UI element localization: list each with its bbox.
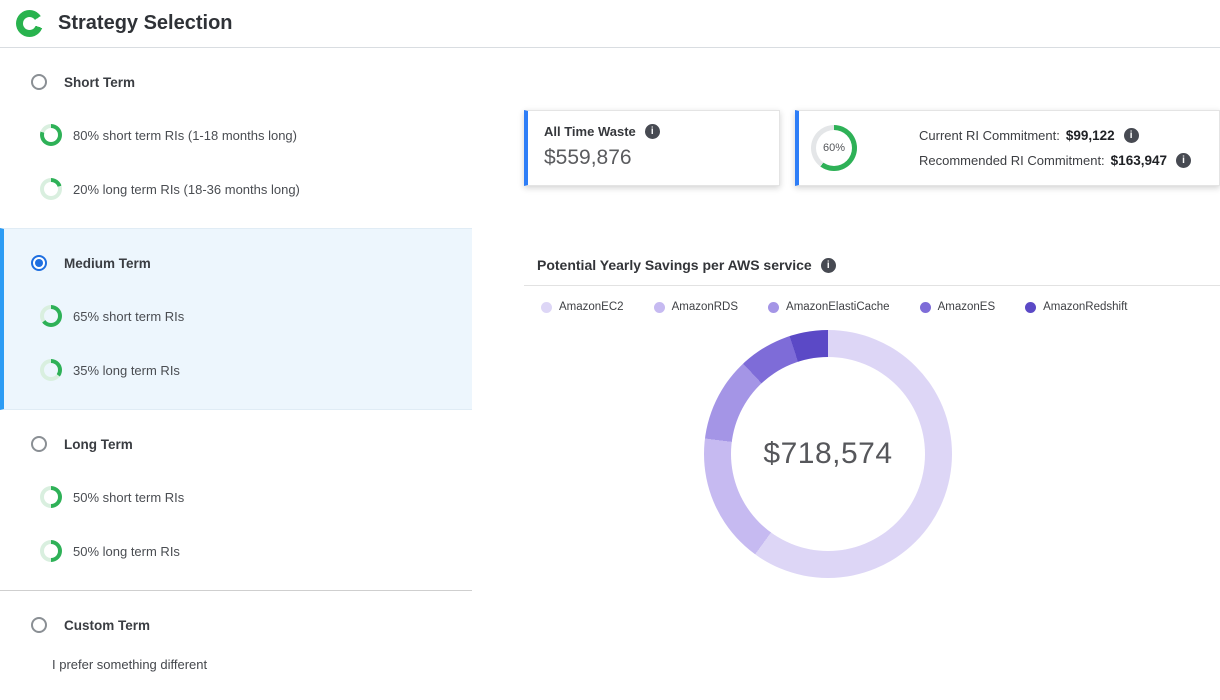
ri-commitment-card: 60% Current RI Commitment: $99,122 i Rec…: [795, 110, 1220, 186]
strategy-label: Medium Term: [64, 256, 151, 271]
strategy-item: 65% short term RIs: [40, 305, 472, 327]
progress-ring: [40, 486, 62, 508]
strategy-item-label: 80% short term RIs (1-18 months long): [73, 128, 297, 143]
recommended-commitment-row: Recommended RI Commitment: $163,947 i: [919, 153, 1191, 168]
strategy-item-label: 50% long term RIs: [73, 544, 180, 559]
strategy-item-label: 50% short term RIs: [73, 490, 184, 505]
all-time-waste-value: $559,876: [544, 146, 763, 170]
info-icon[interactable]: i: [1176, 153, 1191, 168]
legend-item-amazones[interactable]: AmazonES: [920, 301, 996, 313]
progress-ring: [40, 124, 62, 146]
strategy-item: 80% short term RIs (1-18 months long): [40, 124, 472, 146]
strategy-short-term-head[interactable]: Short Term: [0, 72, 472, 92]
legend-dot: [920, 302, 931, 313]
strategy-list: Short Term 80% short term RIs (1-18 mont…: [0, 48, 472, 700]
info-icon[interactable]: i: [1124, 128, 1139, 143]
legend-label: AmazonEC2: [559, 301, 624, 313]
commitment-gauge-label: 60%: [816, 130, 852, 166]
recommended-commitment-value: $163,947: [1111, 153, 1167, 168]
custom-term-description: I prefer something different: [52, 657, 472, 672]
legend-label: AmazonRedshift: [1043, 301, 1127, 313]
app-logo-icon: [16, 10, 43, 37]
strategy-medium-term[interactable]: Medium Term 65% short term RIs 35% long …: [0, 228, 472, 410]
strategy-item: 35% long term RIs: [40, 359, 472, 381]
strategy-medium-term-head[interactable]: Medium Term: [4, 253, 472, 273]
legend-item-amazonec2[interactable]: AmazonEC2: [541, 301, 624, 313]
radio-long-term[interactable]: [31, 436, 47, 452]
savings-chart-title: Potential Yearly Savings per AWS service: [537, 257, 812, 273]
legend-label: AmazonElastiCache: [786, 301, 890, 313]
legend-item-amazonrds[interactable]: AmazonRDS: [654, 301, 738, 313]
legend-dot: [768, 302, 779, 313]
page-title: Strategy Selection: [58, 12, 233, 35]
current-commitment-label: Current RI Commitment:: [919, 128, 1060, 143]
current-commitment-value: $99,122: [1066, 128, 1115, 143]
progress-ring: [40, 359, 62, 381]
legend-item-amazonelasticache[interactable]: AmazonElastiCache: [768, 301, 890, 313]
savings-section: Potential Yearly Savings per AWS service…: [524, 245, 1220, 605]
strategy-item-label: 65% short term RIs: [73, 309, 184, 324]
strategy-item: 20% long term RIs (18-36 months long): [40, 178, 472, 200]
strategy-long-term-head[interactable]: Long Term: [0, 434, 472, 454]
strategy-custom-term-head[interactable]: Custom Term: [0, 615, 472, 635]
legend-item-amazonredshift[interactable]: AmazonRedshift: [1025, 301, 1127, 313]
strategy-item: 50% long term RIs: [40, 540, 472, 562]
strategy-item: 50% short term RIs: [40, 486, 472, 508]
strategy-item-label: 35% long term RIs: [73, 363, 180, 378]
savings-total: $718,574: [763, 437, 892, 471]
strategy-label: Custom Term: [64, 618, 150, 633]
strategy-custom-term[interactable]: Custom Term I prefer something different: [0, 591, 472, 700]
progress-ring: [40, 178, 62, 200]
current-commitment-row: Current RI Commitment: $99,122 i: [919, 128, 1191, 143]
strategy-short-term[interactable]: Short Term 80% short term RIs (1-18 mont…: [0, 48, 472, 228]
commitment-gauge: 60%: [811, 125, 857, 171]
legend-label: AmazonES: [938, 301, 996, 313]
legend-label: AmazonRDS: [672, 301, 738, 313]
strategy-item-label: 20% long term RIs (18-36 months long): [73, 182, 300, 197]
recommended-commitment-label: Recommended RI Commitment:: [919, 153, 1105, 168]
radio-custom-term[interactable]: [31, 617, 47, 633]
all-time-waste-card: All Time Waste i $559,876: [524, 110, 780, 186]
divider: [524, 285, 1220, 286]
strategy-long-term[interactable]: Long Term 50% short term RIs 50% long te…: [0, 410, 472, 591]
info-icon[interactable]: i: [645, 124, 660, 139]
legend-dot: [1025, 302, 1036, 313]
radio-medium-term[interactable]: [31, 255, 47, 271]
legend-dot: [654, 302, 665, 313]
info-icon[interactable]: i: [821, 258, 836, 273]
savings-donut[interactable]: $718,574: [704, 330, 952, 578]
strategy-label: Long Term: [64, 437, 133, 452]
all-time-waste-title: All Time Waste: [544, 124, 636, 139]
strategy-label: Short Term: [64, 75, 135, 90]
chart-legend: AmazonEC2 AmazonRDS AmazonElastiCache Am…: [524, 301, 1220, 313]
progress-ring: [40, 540, 62, 562]
legend-dot: [541, 302, 552, 313]
savings-donut-hole: $718,574: [731, 357, 925, 551]
radio-short-term[interactable]: [31, 74, 47, 90]
progress-ring: [40, 305, 62, 327]
header: Strategy Selection: [0, 0, 1220, 48]
